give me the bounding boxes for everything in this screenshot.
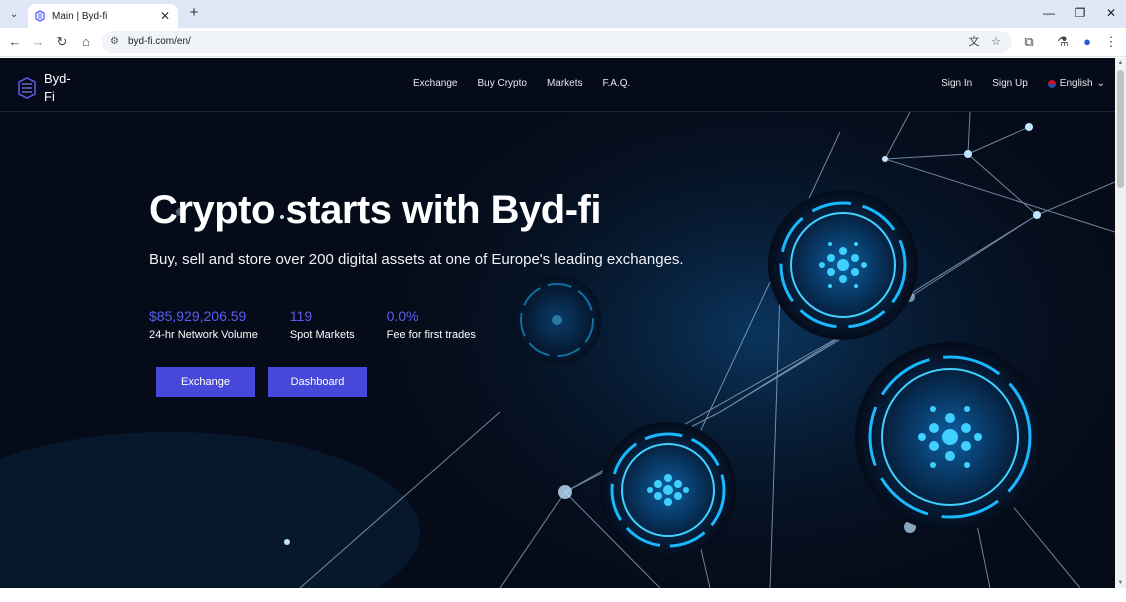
profile-icon[interactable]: ● — [1077, 33, 1097, 51]
logo-text: Byd-Fi — [44, 71, 71, 104]
nav-link-faq[interactable]: F.A.Q. — [603, 78, 631, 89]
labs-flask-icon[interactable]: ⚗ — [1053, 33, 1073, 51]
page-bottom-strip — [0, 588, 1126, 602]
tab-close-icon[interactable]: ✕ — [158, 9, 172, 23]
reload-icon[interactable]: ↻ — [52, 33, 72, 51]
scroll-down-icon[interactable]: ▼ — [1115, 578, 1126, 588]
forward-arrow-icon[interactable]: → — [28, 33, 48, 51]
flag-icon — [1047, 79, 1056, 88]
stat-value: 0.0% — [386, 308, 419, 324]
main-nav: Exchange Buy Crypto Markets F.A.Q. — [413, 78, 630, 89]
home-icon[interactable]: ⌂ — [76, 33, 96, 51]
nav-link-exchange[interactable]: Exchange — [413, 78, 457, 89]
new-tab-plus-icon[interactable]: + — [185, 4, 203, 22]
minimize-icon[interactable]: — — [1034, 4, 1064, 22]
scroll-thumb[interactable] — [1117, 70, 1124, 188]
hero-stats: $85,929,206.59 24-hr Network Volume 119 … — [149, 308, 684, 341]
exchange-button[interactable]: Exchange — [156, 367, 255, 397]
stat-value: $85,929,206.59 — [149, 308, 247, 324]
bookmark-star-icon[interactable]: ☆ — [988, 35, 1004, 49]
crypto-node-top — [768, 190, 918, 340]
page-scrollbar[interactable]: ▲ ▼ — [1115, 58, 1126, 588]
stat-label: Spot Markets — [289, 329, 355, 341]
nav-link-buy-crypto[interactable]: Buy Crypto — [477, 78, 526, 89]
stat-fee: 0.0% Fee for first trades — [387, 308, 476, 341]
stat-spot-markets: 119 Spot Markets — [290, 308, 355, 341]
restore-icon[interactable]: ❐ — [1065, 4, 1095, 22]
crypto-node-bottom — [600, 422, 736, 558]
byd-fi-favicon-icon — [35, 10, 45, 22]
scroll-up-icon[interactable]: ▲ — [1115, 58, 1126, 68]
sign-in-link[interactable]: Sign In — [941, 78, 972, 89]
hero-title: Crypto starts with Byd-fi — [149, 188, 601, 232]
language-selector[interactable]: English ⌄ — [1047, 78, 1105, 89]
browser-toolbar: ← → ↻ ⌂ ⚙ byd-fi.com/en/ 文 ☆ ⧉ ⚗ ● ⋮ — [0, 28, 1126, 57]
browser-tab-bar: ⌄ Main | Byd-fi ✕ + — ❐ ✕ — [0, 0, 1126, 28]
nav-right: Sign In Sign Up English ⌄ — [941, 78, 1105, 89]
nav-link-markets[interactable]: Markets — [547, 78, 583, 89]
web-page: Byd-Fi Exchange Buy Crypto Markets F.A.Q… — [0, 58, 1115, 588]
url-text[interactable]: byd-fi.com/en/ — [128, 36, 191, 47]
site-info-tune-icon[interactable]: ⚙ — [110, 36, 122, 48]
address-bar[interactable]: ⚙ byd-fi.com/en/ 文 ☆ — [102, 31, 1012, 53]
language-label: English — [1059, 78, 1093, 89]
stat-label: Fee for first trades — [386, 329, 476, 341]
close-window-icon[interactable]: ✕ — [1096, 4, 1126, 22]
stat-label: 24-hr Network Volume — [149, 329, 258, 341]
back-arrow-icon[interactable]: ← — [5, 33, 25, 51]
tab-search-chevron-down-icon[interactable]: ⌄ — [4, 5, 24, 23]
extensions-puzzle-icon[interactable]: ⧉ — [1019, 33, 1039, 51]
hero-buttons: Exchange Dashboard — [156, 367, 684, 397]
hero-section: Crypto starts with Byd-fi Buy, sell and … — [149, 188, 684, 397]
stat-network-volume: $85,929,206.59 24-hr Network Volume — [149, 308, 258, 341]
dashboard-button[interactable]: Dashboard — [268, 367, 367, 397]
hero-subtitle: Buy, sell and store over 200 digital ass… — [149, 251, 684, 268]
site-logo[interactable]: Byd-Fi — [16, 70, 74, 106]
translate-icon[interactable]: 文 — [966, 35, 982, 49]
site-navbar: Byd-Fi Exchange Buy Crypto Markets F.A.Q… — [0, 58, 1115, 112]
tab-title: Main | Byd-fi — [52, 10, 108, 22]
stat-value: 119 — [289, 308, 313, 324]
browser-tab[interactable]: Main | Byd-fi ✕ — [28, 4, 178, 28]
chevron-down-icon: ⌄ — [1096, 78, 1105, 89]
kebab-menu-icon[interactable]: ⋮ — [1101, 33, 1121, 51]
crypto-node-right — [855, 342, 1045, 532]
byd-fi-logo-icon — [18, 77, 36, 99]
sign-up-link[interactable]: Sign Up — [992, 78, 1028, 89]
